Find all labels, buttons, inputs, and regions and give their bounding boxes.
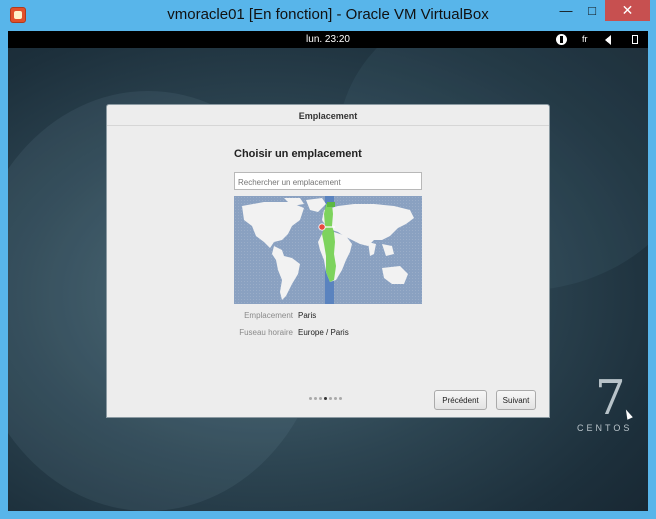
location-pin-icon [318,223,326,231]
page-indicator-dot [324,397,327,400]
page-indicator-dot [334,397,337,400]
centos-logo-seven: 7 [595,370,626,426]
timezone-label: Fuseau horaire [239,328,293,337]
virtualbox-window-frame: vmoracle01 [En fonction] - Oracle VM Vir… [0,0,656,519]
previous-button[interactable]: Précédent [434,390,487,410]
next-button[interactable]: Suivant [496,390,536,410]
location-search-input[interactable] [234,172,422,190]
accessibility-icon[interactable] [556,34,567,45]
gnome-top-bar: lun. 23:20 fr [8,31,648,48]
page-indicator-dot [329,397,332,400]
page-indicator-dot [319,397,322,400]
timezone-value: Europe / Paris [298,328,349,337]
close-button[interactable]: ✕ [605,0,650,21]
page-indicator-dot [309,397,312,400]
location-label: Emplacement [244,311,293,320]
dialog-divider [107,125,549,126]
page-heading: Choisir un emplacement [234,148,362,160]
language-indicator[interactable]: fr [582,34,588,44]
location-dialog: Emplacement Choisir un emplacement Reche… [106,104,550,418]
maximize-button[interactable]: □ [579,0,605,21]
battery-icon[interactable] [632,35,638,44]
world-timezone-map[interactable] [234,196,422,304]
window-titlebar[interactable]: vmoracle01 [En fonction] - Oracle VM Vir… [0,0,656,31]
location-value: Paris [298,311,317,320]
clock[interactable]: lun. 23:20 [8,34,648,45]
page-indicator-dot [339,397,342,400]
page-indicator [309,397,342,400]
dialog-title: Emplacement [298,111,358,121]
guest-screen: lun. 23:20 fr Emplacement Choisir un emp… [8,31,648,511]
volume-icon[interactable] [605,35,611,45]
page-indicator-dot [314,397,317,400]
centos-logo-text: CENTOS [577,423,633,433]
world-map-graphic [234,196,422,304]
minimize-button[interactable]: — [553,0,579,21]
